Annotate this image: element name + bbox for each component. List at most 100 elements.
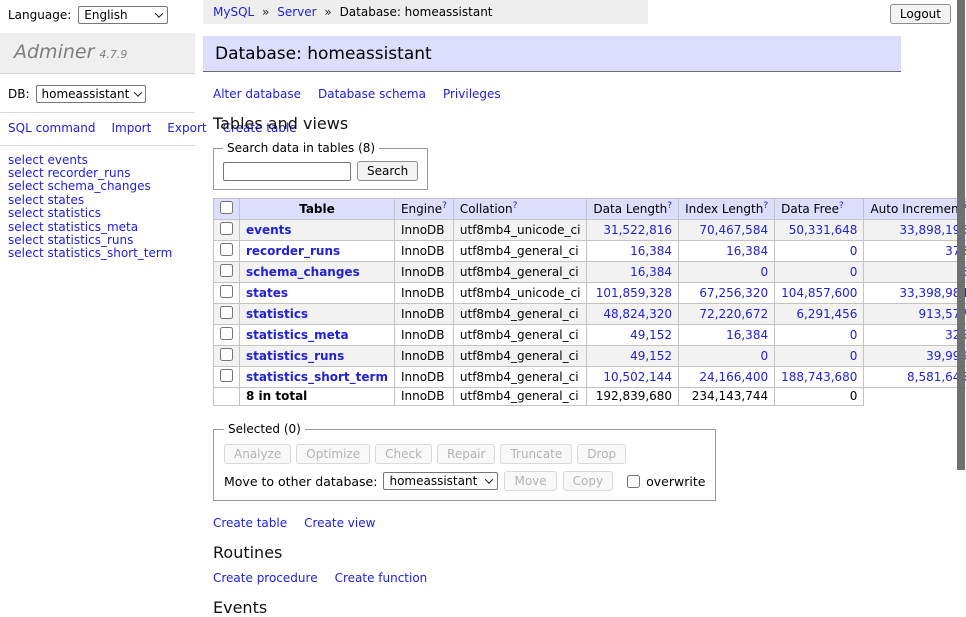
db-nav-link[interactable]: Database schema [318, 87, 426, 101]
index-length-link[interactable]: 0 [760, 349, 768, 363]
index-length-link[interactable]: 0 [760, 265, 768, 279]
copy-button[interactable]: Copy [563, 471, 613, 491]
help-link[interactable]: ? [442, 201, 447, 211]
data-length-link[interactable]: 49,152 [630, 328, 672, 342]
table-row: events InnoDB utf8mb4_unicode_ci 31,522,… [214, 220, 966, 241]
data-free-link[interactable]: 6,291,456 [796, 307, 857, 321]
auto-increment-cell: 325 [864, 325, 966, 346]
row-checkbox[interactable] [220, 285, 233, 298]
sidebar-select-table-link[interactable]: select statistics_runs [8, 234, 187, 247]
breadcrumb-link-mysql[interactable]: MySQL [213, 5, 254, 19]
index-length-link[interactable]: 24,166,400 [699, 370, 768, 384]
search-input[interactable] [223, 162, 351, 181]
move-db-select-value: homeassistant [389, 474, 477, 488]
sidebar-table-links: select eventsselect recorder_runsselect … [8, 154, 187, 261]
overwrite-checkbox[interactable] [627, 475, 640, 488]
help-link[interactable]: ? [763, 201, 768, 211]
scrollbar-thumb[interactable] [957, 0, 965, 470]
index-length-cell: 67,256,320 [679, 283, 775, 304]
row-checkbox[interactable] [220, 348, 233, 361]
data-free-link[interactable]: 0 [850, 349, 858, 363]
data-length-link[interactable]: 16,384 [630, 265, 672, 279]
row-checkbox-cell [214, 346, 240, 367]
db-nav-link[interactable]: Alter database [213, 87, 301, 101]
select-all-checkbox[interactable] [220, 201, 233, 214]
table-name-link[interactable]: statistics_runs [246, 349, 344, 363]
data-length-link[interactable]: 10,502,144 [603, 370, 672, 384]
data-free-link[interactable]: 188,743,680 [781, 370, 857, 384]
row-checkbox[interactable] [220, 243, 233, 256]
index-length-link[interactable]: 67,256,320 [699, 286, 768, 300]
row-checkbox[interactable] [220, 369, 233, 382]
data-free-link[interactable]: 50,331,648 [789, 223, 858, 237]
sidebar-select-table-link[interactable]: select statistics_meta [8, 221, 187, 234]
table-action-button[interactable]: Check [375, 444, 432, 464]
auto-increment-link[interactable]: 33,398,984 [899, 286, 966, 300]
data-length-cell: 48,824,320 [587, 304, 679, 325]
data-length-link[interactable]: 48,824,320 [603, 307, 672, 321]
data-length-link[interactable]: 31,522,816 [603, 223, 672, 237]
data-free-link[interactable]: 0 [850, 328, 858, 342]
data-free-link[interactable]: 0 [850, 244, 858, 258]
auto-increment-link[interactable]: 33,898,196 [899, 223, 966, 237]
help-link[interactable]: ? [513, 201, 518, 211]
db-select[interactable]: homeassistant [36, 85, 146, 103]
sidebar-action-link[interactable]: Import [111, 121, 151, 135]
routine-link[interactable]: Create procedure [213, 571, 318, 585]
sidebar-select-table-link[interactable]: select states [8, 194, 187, 207]
help-link[interactable]: ? [839, 201, 844, 211]
data-free-link[interactable]: 0 [850, 265, 858, 279]
table-name-link[interactable]: statistics [246, 307, 308, 321]
help-link[interactable]: ? [667, 201, 672, 211]
table-action-button[interactable]: Analyze [224, 444, 291, 464]
table-name-link[interactable]: recorder_runs [246, 244, 340, 258]
table-body: events InnoDB utf8mb4_unicode_ci 31,522,… [214, 220, 966, 388]
move-db-select[interactable]: homeassistant [383, 472, 498, 490]
sidebar-select-table-link[interactable]: select recorder_runs [8, 167, 187, 180]
data-length-link[interactable]: 101,859,328 [596, 286, 672, 300]
table-row: statistics InnoDB utf8mb4_general_ci 48,… [214, 304, 966, 325]
index-length-link[interactable]: 72,220,672 [699, 307, 768, 321]
create-link[interactable]: Create view [304, 516, 375, 530]
table-action-button[interactable]: Truncate [500, 444, 572, 464]
app-version: 4.7.9 [99, 48, 127, 61]
sidebar-select-table-link[interactable]: select statistics_short_term [8, 247, 187, 260]
table-action-button[interactable]: Repair [437, 444, 495, 464]
row-checkbox[interactable] [220, 327, 233, 340]
row-checkbox[interactable] [220, 264, 233, 277]
data-length-link[interactable]: 16,384 [630, 244, 672, 258]
breadcrumb-link-server[interactable]: Server [277, 5, 316, 19]
row-checkbox[interactable] [220, 222, 233, 235]
engine-cell: InnoDB [394, 367, 453, 388]
table-action-button[interactable]: Drop [577, 444, 626, 464]
index-length-link[interactable]: 16,384 [726, 244, 768, 258]
sidebar-action-link[interactable]: SQL command [8, 121, 95, 135]
search-button[interactable]: Search [357, 161, 418, 181]
table-name-link[interactable]: statistics_meta [246, 328, 349, 342]
auto-increment-cell: 8,581,645 [864, 367, 966, 388]
language-select[interactable]: English [78, 6, 168, 24]
sidebar-action-link[interactable]: Export [167, 121, 206, 135]
sidebar-select-table-link[interactable]: select schema_changes [8, 180, 187, 193]
column-header-label: Collation [460, 202, 513, 216]
create-link[interactable]: Create table [213, 516, 287, 530]
data-free-link[interactable]: 104,857,600 [781, 286, 857, 300]
routine-link[interactable]: Create function [335, 571, 428, 585]
sidebar-select-table-link[interactable]: select statistics [8, 207, 187, 220]
index-length-link[interactable]: 70,467,584 [699, 223, 768, 237]
row-checkbox[interactable] [220, 306, 233, 319]
table-name-link[interactable]: states [246, 286, 288, 300]
table-name-link[interactable]: events [246, 223, 292, 237]
overwrite-label: overwrite [646, 474, 705, 489]
table-action-button[interactable]: Optimize [296, 444, 370, 464]
table-name-link[interactable]: statistics_short_term [246, 370, 388, 384]
table-name-link[interactable]: schema_changes [246, 265, 360, 279]
data-length-link[interactable]: 49,152 [630, 349, 672, 363]
sidebar-select-table-link[interactable]: select events [8, 154, 187, 167]
index-length-link[interactable]: 16,384 [726, 328, 768, 342]
move-button[interactable]: Move [504, 471, 556, 491]
column-header: Data Free? [775, 199, 864, 220]
collation-cell: utf8mb4_general_ci [453, 367, 587, 388]
db-nav-link[interactable]: Privileges [443, 87, 501, 101]
logout-button[interactable]: Logout [890, 4, 951, 24]
